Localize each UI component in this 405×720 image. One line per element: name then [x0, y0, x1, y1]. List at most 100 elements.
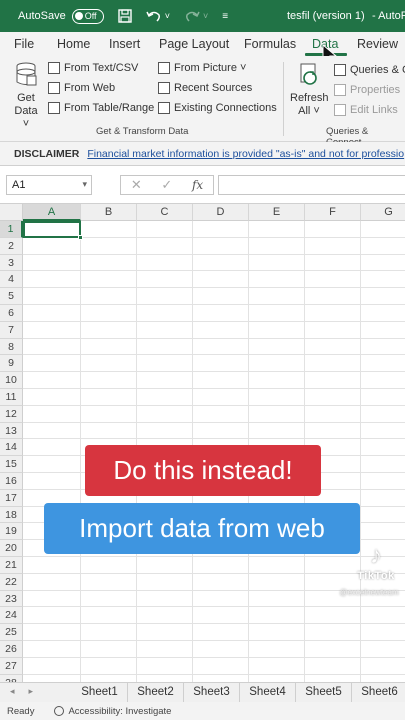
edit-links-button[interactable]: Edit Links — [334, 104, 398, 116]
column-header-g[interactable]: G — [361, 204, 405, 221]
column-header-a[interactable]: A — [23, 204, 81, 221]
row-header-19[interactable]: 19 — [0, 523, 23, 541]
toggle-knob — [74, 12, 83, 20]
disclaimer-link[interactable]: Financial market information is provided… — [87, 148, 404, 160]
undo-dropdown-icon[interactable]: ˅ — [165, 11, 170, 21]
column-gridline — [360, 221, 361, 682]
autosave-toggle[interactable]: Off — [71, 8, 104, 24]
row-header-15[interactable]: 15 — [0, 456, 23, 473]
database-icon — [16, 62, 37, 86]
from-picture-button[interactable]: From Picture ˅ — [158, 62, 246, 74]
redo-icon[interactable] — [184, 9, 200, 23]
recent-sources-label: Recent Sources — [174, 82, 253, 94]
from-picture-label: From Picture ˅ — [174, 62, 247, 74]
row-header-1[interactable]: 1 — [0, 221, 23, 238]
customize-toolbar-icon[interactable]: ≡ — [222, 11, 228, 22]
from-web-button[interactable]: From Web — [48, 82, 115, 94]
row-header-25[interactable]: 25 — [0, 624, 23, 641]
existing-connections-button[interactable]: Existing Connections — [158, 102, 277, 114]
get-data-button[interactable]: Get Data ˅ — [10, 62, 42, 131]
column-header-b[interactable]: B — [81, 204, 137, 221]
row-header-11[interactable]: 11 — [0, 389, 23, 406]
column-header-f[interactable]: F — [305, 204, 361, 221]
status-ready: Ready — [7, 705, 35, 717]
column-header-d[interactable]: D — [193, 204, 249, 221]
row-header-8[interactable]: 8 — [0, 338, 23, 356]
row-header-17[interactable]: 17 — [0, 489, 23, 507]
save-icon[interactable] — [118, 9, 132, 23]
row-header-21[interactable]: 21 — [0, 557, 23, 574]
sheet-tab-2[interactable]: Sheet2 — [128, 683, 184, 702]
tab-home[interactable]: Home — [57, 37, 90, 51]
sheet-tab-5[interactable]: Sheet5 — [296, 683, 352, 702]
row-gridline — [23, 623, 405, 625]
app-title-suffix: - AutoRe — [372, 10, 405, 22]
recent-sources-button[interactable]: Recent Sources — [158, 82, 252, 94]
sheet-tab-4[interactable]: Sheet4 — [240, 683, 296, 702]
name-box-value: A1 — [12, 179, 26, 191]
tiktok-logo-icon: ♪ — [370, 542, 382, 569]
row-header-27[interactable]: 27 — [0, 657, 23, 675]
sheet-tab-1[interactable]: Sheet1 — [72, 683, 128, 702]
tab-file[interactable]: File — [14, 37, 34, 51]
row-header-3[interactable]: 3 — [0, 254, 23, 272]
from-web-label: From Web — [64, 82, 116, 94]
sheet-tab-6[interactable]: Sheet6 — [352, 683, 405, 702]
disclaimer-bar: DISCLAIMER Financial market information … — [0, 142, 405, 166]
tab-page-layout[interactable]: Page Layout — [159, 37, 229, 51]
sheet-tab-3[interactable]: Sheet3 — [184, 683, 240, 702]
row-header-10[interactable]: 10 — [0, 372, 23, 389]
properties-button[interactable]: Properties — [334, 84, 400, 96]
row-header-7[interactable]: 7 — [0, 321, 23, 339]
row-gridline — [23, 388, 405, 389]
row-header-22[interactable]: 22 — [0, 573, 23, 591]
redo-dropdown-icon[interactable]: ˅ — [203, 11, 208, 21]
queries-connections-button[interactable]: Queries & Co — [334, 64, 405, 76]
name-box[interactable]: A1 ▾ — [6, 175, 92, 195]
row-gridline — [23, 354, 405, 356]
row-header-2[interactable]: 2 — [0, 237, 23, 255]
row-header-12[interactable]: 12 — [0, 405, 23, 423]
sheet-nav-arrows-icon[interactable]: ◂▸ — [10, 686, 47, 697]
tab-formulas[interactable]: Formulas — [244, 37, 296, 51]
formula-bar: A1 ▾ ✕ ✓ fx — [0, 166, 405, 204]
row-header-26[interactable]: 26 — [0, 641, 23, 658]
row-header-18[interactable]: 18 — [0, 506, 23, 524]
fill-handle[interactable] — [78, 235, 83, 240]
formula-input[interactable] — [218, 175, 405, 195]
select-all-corner[interactable] — [0, 204, 23, 221]
file-name: tesfil (version 1) — [287, 10, 365, 22]
enter-icon[interactable]: ✓ — [161, 177, 172, 193]
row-header-28[interactable]: 28 — [0, 674, 23, 682]
row-header-24[interactable]: 24 — [0, 607, 23, 625]
insert-function-icon[interactable]: fx — [192, 178, 203, 192]
row-header-9[interactable]: 9 — [0, 355, 23, 373]
accessibility-icon — [54, 706, 65, 716]
column-header-c[interactable]: C — [137, 204, 193, 221]
row-header-4[interactable]: 4 — [0, 271, 23, 289]
subline-banner: Import data from web — [44, 503, 360, 554]
row-header-13[interactable]: 13 — [0, 422, 23, 440]
accessibility-status[interactable]: Accessibility: Investigate — [54, 706, 171, 717]
row-header-6[interactable]: 6 — [0, 305, 23, 322]
from-table-range-button[interactable]: From Table/Range — [48, 102, 154, 114]
from-table-range-label: From Table/Range — [64, 102, 155, 114]
tiktok-handle: @excelnewteam — [339, 588, 399, 597]
refresh-all-button[interactable]: Refresh All ˅ — [290, 62, 329, 118]
row-header-5[interactable]: 5 — [0, 288, 23, 305]
tab-insert[interactable]: Insert — [109, 37, 140, 51]
active-cell[interactable] — [23, 221, 83, 240]
row-header-14[interactable]: 14 — [0, 439, 23, 457]
spreadsheet-grid[interactable]: A B C D E F G 1 2 3 4 5 6 7 8 9 10 11 12 13 14 15 16 17 18 19 20 21… — [0, 204, 405, 682]
row-header-23[interactable]: 23 — [0, 590, 23, 608]
column-header-e[interactable]: E — [249, 204, 305, 221]
from-text-csv-button[interactable]: From Text/CSV — [48, 62, 138, 74]
cancel-icon[interactable]: ✕ — [131, 177, 142, 193]
row-header-20[interactable]: 20 — [0, 540, 23, 557]
tab-review[interactable]: Review — [357, 37, 398, 51]
text-file-icon — [48, 62, 60, 74]
undo-icon[interactable] — [146, 9, 162, 23]
row-gridline — [23, 371, 405, 373]
row-header-16[interactable]: 16 — [0, 473, 23, 490]
chevron-down-icon[interactable]: ▾ — [82, 179, 87, 190]
